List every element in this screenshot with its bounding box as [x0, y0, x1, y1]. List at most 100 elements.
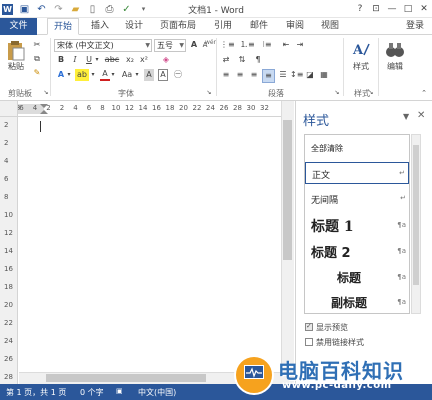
ruler-tick-label: 20	[179, 104, 188, 112]
format-painter-icon[interactable]: ✎	[32, 67, 42, 79]
underline-button[interactable]: U	[84, 54, 94, 66]
tab-view[interactable]: 视图	[316, 18, 344, 35]
paste-button[interactable]: 粘贴	[4, 39, 28, 72]
chinese-layout-icon[interactable]: ⇄	[220, 54, 232, 66]
minimize-button[interactable]: —	[384, 0, 400, 18]
style-item-heading-1[interactable]: 标题 1 ¶a	[305, 213, 409, 237]
align-left-icon[interactable]: ≡	[220, 69, 232, 81]
collapse-ribbon-icon[interactable]: ⌃	[420, 87, 428, 99]
ruler-tick-label: 8	[100, 104, 105, 112]
ruler-corner[interactable]	[0, 101, 18, 117]
enclose-characters-icon[interactable]: ㊀	[172, 69, 184, 81]
style-item-title[interactable]: 标题 ¶a	[305, 265, 409, 289]
tab-file[interactable]: 文件	[0, 18, 37, 35]
vertical-ruler[interactable]: 2 2 4 6 8 10 12 14 16 18 20 22 24 26 28	[0, 117, 18, 384]
ribbon-tabs: 文件 开始 插入 设计 页面布局 引用 邮件 审阅 视图 登录	[0, 18, 432, 35]
pane-options-button[interactable]: ▼	[403, 112, 409, 121]
chevron-down-icon[interactable]: ▾	[90, 69, 96, 81]
italic-button[interactable]: I	[70, 54, 80, 66]
show-hide-marks-icon[interactable]: ¶	[252, 54, 264, 66]
subscript-button[interactable]: x₂	[124, 54, 136, 66]
tab-references[interactable]: 引用	[209, 18, 237, 35]
tab-review[interactable]: 审阅	[281, 18, 309, 35]
show-preview-checkbox[interactable]: ✓	[305, 322, 313, 331]
document-canvas[interactable]	[19, 117, 281, 372]
font-name-combo[interactable]: 宋体 (中文正文) ▼	[54, 39, 152, 52]
numbering-icon[interactable]: ⒈≡	[240, 39, 255, 51]
bullets-icon[interactable]: ⋮≡	[220, 39, 235, 51]
style-item-no-spacing[interactable]: 无间隔 ↵	[305, 188, 409, 210]
tab-mailings[interactable]: 邮件	[245, 18, 273, 35]
disable-linked-styles-checkbox[interactable]	[305, 338, 313, 346]
paragraph-launcher-icon[interactable]: ↘	[333, 87, 341, 99]
chevron-down-icon[interactable]: ▾	[134, 69, 140, 81]
decrease-indent-icon[interactable]: ⇤	[280, 39, 292, 51]
sort-icon[interactable]: ⇅	[236, 54, 248, 66]
chevron-down-icon[interactable]: ▾	[94, 54, 100, 66]
style-item-normal[interactable]: 正文 ↵	[305, 162, 409, 184]
ruler-tick-label: 26	[219, 104, 229, 112]
tab-insert[interactable]: 插入	[86, 18, 114, 35]
increase-indent-icon[interactable]: ⇥	[294, 39, 306, 51]
borders-icon[interactable]: ▦	[318, 69, 330, 81]
ruler-tick-label: 28	[233, 104, 242, 112]
ruler-tick-label: 22	[4, 319, 13, 327]
ribbon-display-button[interactable]: ⊡	[368, 0, 384, 18]
line-spacing-icon[interactable]: ↕≡	[290, 69, 303, 81]
cut-icon[interactable]: ✂	[32, 39, 42, 51]
linked-style-icon: ¶a	[397, 298, 406, 306]
change-case-button[interactable]: Aa	[120, 69, 134, 81]
style-item-heading-2[interactable]: 标题 2 ¶a	[305, 239, 409, 263]
font-size-combo[interactable]: 五号 ▼	[154, 39, 186, 52]
distributed-icon[interactable]: ☰	[277, 69, 289, 81]
close-button[interactable]: ✕	[416, 0, 432, 18]
language-indicator[interactable]: 中文(中国)	[138, 387, 176, 398]
align-right-icon[interactable]: ≡	[248, 69, 260, 81]
font-launcher-icon[interactable]: ↘	[205, 87, 213, 99]
word-count[interactable]: 0 个字	[80, 387, 104, 398]
justify-icon[interactable]: ≡	[262, 69, 275, 83]
clipboard-launcher-icon[interactable]: ↘	[42, 87, 50, 99]
text-effects-button[interactable]: A	[56, 69, 66, 81]
style-item-subtitle[interactable]: 副标题 ¶a	[305, 290, 409, 313]
style-list-scrollbar-thumb[interactable]	[413, 145, 419, 285]
help-button[interactable]: ?	[352, 0, 368, 18]
multilevel-list-icon[interactable]: ⁝≡	[260, 39, 274, 51]
ruler-tick-label: 4	[4, 157, 9, 165]
character-border-button[interactable]: A	[158, 69, 168, 81]
grow-font-icon[interactable]: A	[189, 39, 199, 51]
font-color-button[interactable]: A	[100, 69, 110, 81]
superscript-button[interactable]: x²	[138, 54, 150, 66]
pane-close-button[interactable]: ✕	[417, 110, 425, 121]
align-center-icon[interactable]: ≡	[234, 69, 246, 81]
highlight-button[interactable]: ab	[75, 69, 89, 81]
style-item-clear-all[interactable]: 全部清除	[305, 135, 409, 159]
horizontal-scrollbar-thumb[interactable]	[46, 374, 206, 382]
character-shading-button[interactable]: A	[144, 69, 154, 81]
copy-icon[interactable]: ⧉	[32, 53, 42, 65]
style-item-label: 副标题	[331, 296, 368, 310]
tab-design[interactable]: 设计	[120, 18, 148, 35]
tab-page-layout[interactable]: 页面布局	[157, 18, 199, 35]
bold-button[interactable]: B	[56, 54, 66, 66]
ribbon-body: 粘贴 ✂ ⧉ ✎ 剪贴板 ↘ 宋体 (中文正文) ▼ 五号 ▼ A A wén …	[0, 35, 432, 101]
tab-home[interactable]: 开始	[47, 18, 79, 35]
styles-launcher-icon[interactable]: ↘	[367, 87, 375, 99]
styles-button[interactable]: A 样式	[347, 39, 375, 72]
shading-icon[interactable]: ◪	[304, 69, 316, 81]
maximize-button[interactable]: □	[400, 0, 416, 18]
vertical-scrollbar-thumb[interactable]	[283, 120, 292, 260]
strikethrough-button[interactable]: abc	[104, 54, 120, 66]
proofing-icon[interactable]: ▣	[116, 387, 123, 395]
sign-in-link[interactable]: 登录	[406, 18, 424, 35]
clear-formatting-icon[interactable]: ◈	[160, 54, 172, 66]
editing-button[interactable]: 编辑	[382, 39, 408, 72]
editing-label: 编辑	[387, 62, 403, 71]
page-count[interactable]: 第 1 页，共 1 页	[6, 387, 66, 398]
chevron-down-icon[interactable]: ▾	[110, 69, 116, 81]
horizontal-ruler[interactable]: 86422468101214161820222426283032	[18, 101, 290, 117]
chevron-down-icon: ▼	[145, 42, 150, 49]
chevron-down-icon[interactable]: ▾	[66, 69, 72, 81]
ruler-tick-label: 16	[4, 265, 13, 273]
style-item-label: 标题 2	[311, 246, 351, 261]
